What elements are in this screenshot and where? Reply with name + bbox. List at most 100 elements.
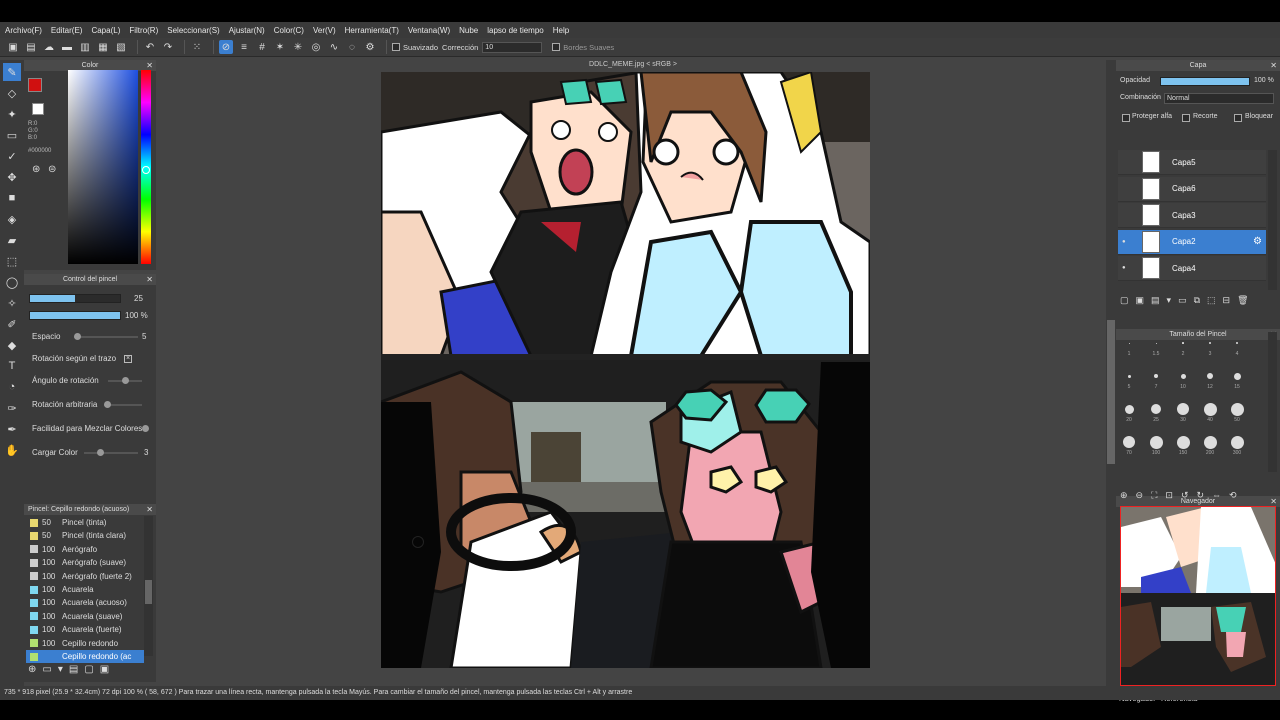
move-tool-icon[interactable]: ✥ bbox=[3, 168, 21, 186]
brush-paste-icon[interactable]: ▣ bbox=[100, 664, 109, 675]
close-icon[interactable]: ✕ bbox=[146, 504, 153, 515]
zoom-reset-icon[interactable]: ⊡ bbox=[1165, 490, 1173, 501]
menu-file[interactable]: Archivo(F) bbox=[5, 26, 42, 35]
layer-row[interactable]: Capa5 bbox=[1118, 150, 1266, 175]
clear-layer-icon[interactable]: ⊟ bbox=[1223, 295, 1231, 306]
canvas-area[interactable]: DDLC_MEME.jpg < sRGB > bbox=[160, 60, 1116, 696]
new-folder-icon[interactable]: ▭ bbox=[1178, 295, 1187, 306]
brush-size-dot[interactable] bbox=[1154, 374, 1158, 378]
layer-blend-select[interactable]: Normal bbox=[1164, 93, 1274, 104]
magic-eraser-icon[interactable]: ✦ bbox=[3, 105, 21, 123]
layer-row[interactable]: Capa3 bbox=[1118, 203, 1266, 229]
redo-icon[interactable]: ↷ bbox=[161, 40, 175, 54]
crisscross-snap-icon[interactable]: # bbox=[255, 40, 269, 54]
menu-layer[interactable]: Capa(L) bbox=[91, 26, 120, 35]
open-file-icon[interactable]: ▤ bbox=[24, 40, 38, 54]
soft-edges-checkbox[interactable] bbox=[552, 43, 561, 51]
new-file-icon[interactable]: ▣ bbox=[6, 40, 20, 54]
menu-color[interactable]: Color(C) bbox=[274, 26, 304, 35]
color-wheel-icon[interactable]: ⊛ bbox=[32, 164, 40, 175]
brush-list-item[interactable]: 100 Cepillo redondo bbox=[26, 637, 144, 650]
text-tool-icon[interactable]: T bbox=[3, 357, 21, 375]
rotation-random-knob[interactable] bbox=[104, 401, 111, 408]
layer-visibility-icon[interactable]: ● bbox=[1122, 265, 1126, 271]
lasso-icon[interactable]: ✓ bbox=[3, 147, 21, 165]
brush-size-dot[interactable] bbox=[1176, 435, 1190, 449]
layer-row[interactable]: ● Capa2 ⚙ bbox=[1118, 229, 1266, 255]
layer-opacity-slider[interactable] bbox=[1160, 77, 1250, 86]
brush-list-item[interactable]: 100 Acuarela (suave) bbox=[26, 610, 144, 623]
brush-list-item[interactable]: 100 Acuarela bbox=[26, 583, 144, 596]
menu-edit[interactable]: Editar(E) bbox=[51, 26, 83, 35]
export-icon[interactable]: ▥ bbox=[78, 40, 92, 54]
select-tool-icon[interactable]: ⬚ bbox=[3, 252, 21, 270]
brush-size-dot[interactable] bbox=[1149, 435, 1163, 449]
color-history-icon[interactable]: ⊜ bbox=[48, 164, 56, 175]
brush-size-dot[interactable] bbox=[1182, 342, 1184, 344]
menu-timelapse[interactable]: lapso de tiempo bbox=[487, 26, 543, 35]
spacing-knob[interactable] bbox=[74, 333, 81, 340]
brush-size-dot[interactable] bbox=[1203, 402, 1217, 416]
menu-select[interactable]: Seleccionar(S) bbox=[167, 26, 219, 35]
menu-cloud[interactable]: Nube bbox=[459, 26, 478, 35]
new-layer-8bit-icon[interactable]: ▣ bbox=[1136, 295, 1145, 306]
brush-list-item[interactable]: 100 Aerógrafo bbox=[26, 543, 144, 556]
brush-list-item[interactable]: 50 Pincel (tinta) bbox=[26, 516, 144, 529]
close-icon[interactable]: ✕ bbox=[1270, 60, 1277, 71]
menu-help[interactable]: Help bbox=[553, 26, 569, 35]
brush-size-dot[interactable] bbox=[1207, 373, 1213, 379]
menu-view[interactable]: Ver(V) bbox=[313, 26, 336, 35]
brush-size-dot[interactable] bbox=[1235, 341, 1239, 345]
parallel-snap-icon[interactable]: ≡ bbox=[237, 40, 251, 54]
primary-color-swatch[interactable] bbox=[28, 78, 42, 92]
brush-size-dot[interactable] bbox=[1128, 342, 1130, 344]
vertical-scroll-thumb[interactable] bbox=[1107, 320, 1115, 464]
blend-knob[interactable] bbox=[142, 425, 149, 432]
brush-list-item[interactable]: 100 Aerógrafo (suave) bbox=[26, 556, 144, 569]
save-icon[interactable]: ▬ bbox=[60, 40, 74, 54]
new-layer-icon[interactable]: ▢ bbox=[1120, 295, 1129, 306]
brush-tool-icon[interactable]: ✎ bbox=[3, 63, 21, 81]
deselect-icon[interactable]: ⁙ bbox=[190, 40, 204, 54]
rotation-angle-knob[interactable] bbox=[122, 377, 129, 384]
brush-menu-icon[interactable]: ▾ bbox=[58, 664, 63, 675]
menu-filter[interactable]: Filtro(R) bbox=[129, 26, 158, 35]
brush-size-dot[interactable] bbox=[1127, 374, 1131, 378]
zoom-out-icon[interactable]: ⊖ bbox=[1136, 490, 1144, 501]
grid-icon[interactable]: ▧ bbox=[114, 40, 128, 54]
vanishing-point-icon[interactable]: ✶ bbox=[273, 40, 287, 54]
clipping-checkbox[interactable] bbox=[1182, 114, 1190, 122]
gradient-icon[interactable]: ▰ bbox=[3, 231, 21, 249]
lasso-select-icon[interactable]: ◯ bbox=[3, 273, 21, 291]
undo-icon[interactable]: ↶ bbox=[143, 40, 157, 54]
rotation-stroke-checkbox[interactable]: × bbox=[124, 355, 132, 363]
layer-settings-icon[interactable]: ⚙ bbox=[1253, 236, 1262, 247]
curve-snap-icon[interactable]: ∿ bbox=[327, 40, 341, 54]
brush-size-dot[interactable] bbox=[1124, 404, 1134, 414]
radial-snap-icon[interactable]: ✳ bbox=[291, 40, 305, 54]
new-layer-1bit-icon[interactable]: ▤ bbox=[1151, 295, 1160, 306]
add-brush-icon[interactable]: ⊕ bbox=[28, 664, 36, 675]
brush-list-item[interactable]: 50 Pincel (tinta clara) bbox=[26, 529, 144, 542]
menu-adjust[interactable]: Ajustar(N) bbox=[229, 26, 265, 35]
brush-size-dot[interactable] bbox=[1180, 373, 1186, 379]
select-eraser-icon[interactable]: ◆ bbox=[3, 336, 21, 354]
eyedropper-icon[interactable]: ✑ bbox=[3, 399, 21, 417]
brush-size-dot[interactable] bbox=[1230, 402, 1244, 416]
layer-row[interactable]: ● Capa4 bbox=[1118, 256, 1266, 282]
artwork-canvas[interactable] bbox=[381, 72, 870, 668]
layer-menu-icon[interactable]: ▾ bbox=[1167, 295, 1172, 306]
brush-size-dot[interactable] bbox=[1203, 435, 1217, 449]
flip-icon[interactable]: ⇔ bbox=[1212, 490, 1221, 501]
layer-list-scrollbar[interactable] bbox=[1268, 150, 1277, 290]
brush-list-scrollbar[interactable] bbox=[144, 516, 153, 656]
brush-size-scrollbar[interactable] bbox=[1268, 332, 1277, 472]
brush-size-dot[interactable] bbox=[1230, 435, 1244, 449]
close-icon[interactable]: ✕ bbox=[146, 274, 153, 285]
protect-alpha-checkbox[interactable] bbox=[1122, 114, 1130, 122]
fit-icon[interactable]: ⛶ bbox=[1151, 490, 1157, 501]
delete-layer-icon[interactable]: 🗑 bbox=[1237, 295, 1248, 306]
load-color-knob[interactable] bbox=[97, 449, 104, 456]
brush-list-item[interactable]: 100 Acuarela (fuerte) bbox=[26, 623, 144, 636]
brush-list-item[interactable]: 100 Acuarela (acuoso) bbox=[26, 596, 144, 609]
